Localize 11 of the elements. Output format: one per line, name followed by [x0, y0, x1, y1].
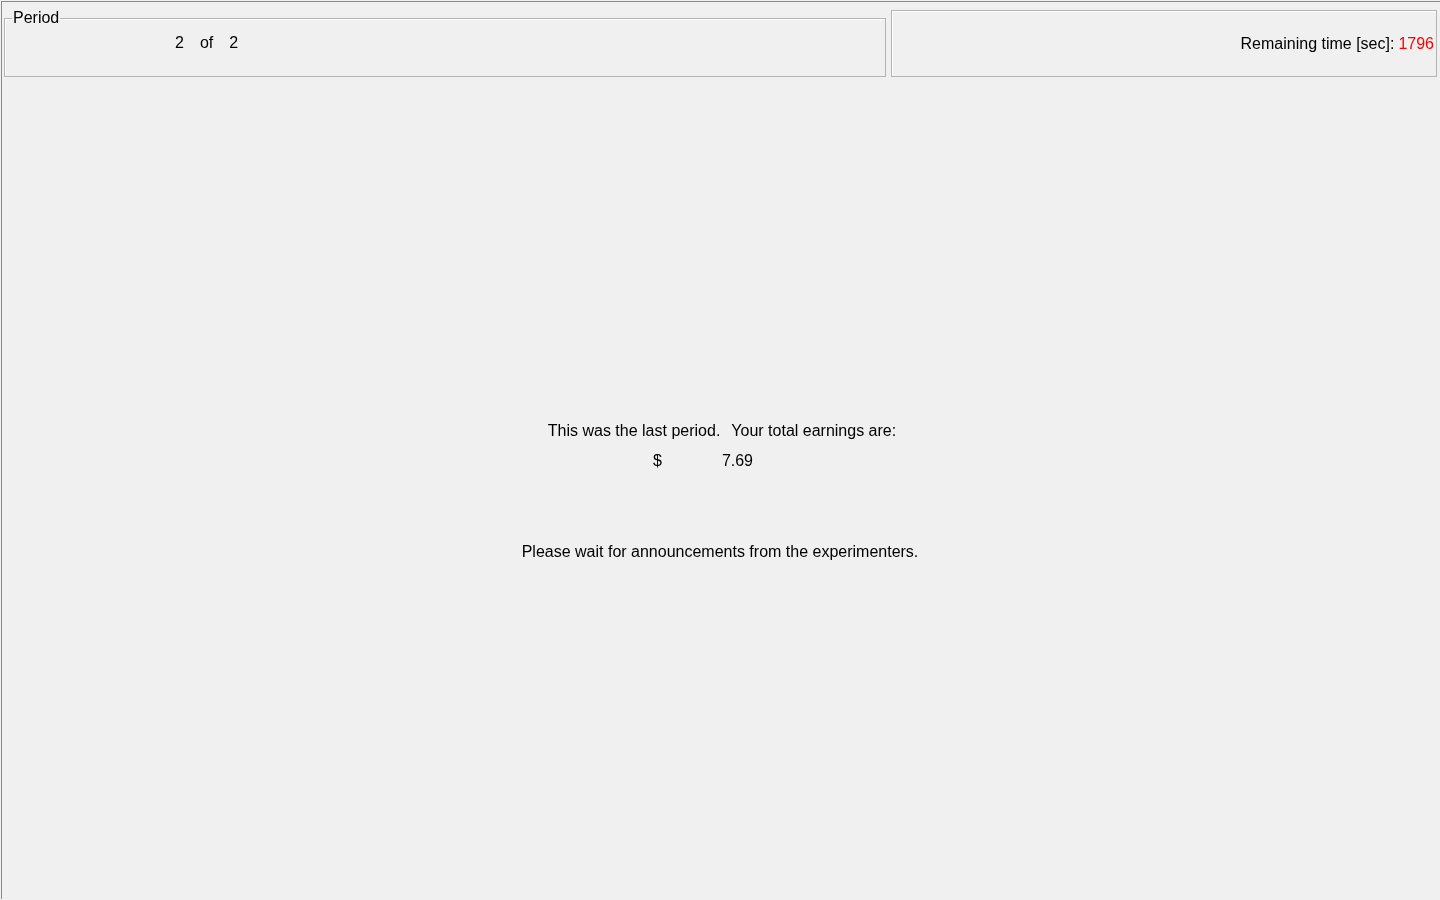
period-total: 2	[229, 34, 239, 52]
earnings-label: Your total earnings are:	[731, 422, 897, 440]
panel-title: Period	[12, 10, 61, 26]
timer-value: 1796	[1398, 34, 1434, 53]
result-text: This was the last period.	[547, 422, 721, 440]
earnings-amount: 7.69	[721, 452, 753, 470]
currency-symbol: $	[652, 452, 662, 470]
notice-text: Please wait for announcements from the experimenters.	[520, 543, 920, 561]
timer-label: Remaining time [sec]:	[1240, 34, 1395, 53]
period-number: 2	[175, 34, 184, 52]
period-separator: of	[199, 34, 214, 52]
